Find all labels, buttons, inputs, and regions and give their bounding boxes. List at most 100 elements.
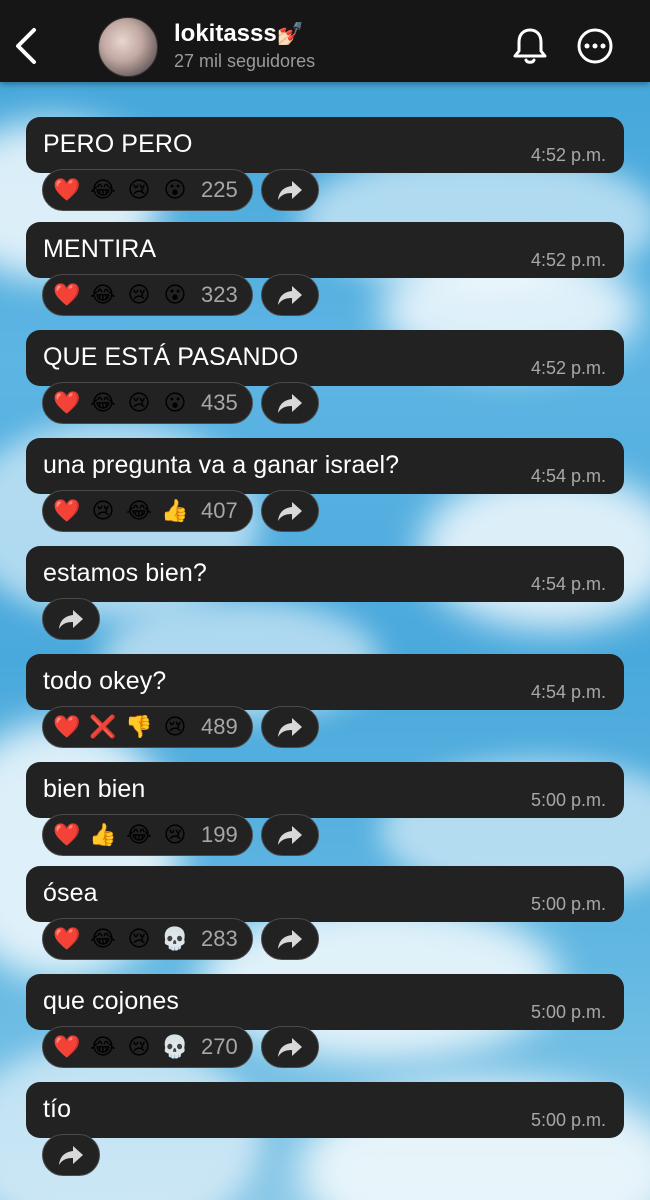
share-button[interactable]: [260, 706, 319, 748]
message-bubble[interactable]: MENTIRA 4:52 p.m.: [26, 222, 624, 278]
reaction-emoji[interactable]: 😮: [161, 284, 189, 306]
share-button[interactable]: [260, 918, 319, 960]
message-time: 4:52 p.m.: [530, 358, 606, 378]
chevron-left-icon: [16, 28, 36, 64]
bell-icon: [513, 28, 547, 64]
message-post[interactable]: MENTIRA 4:52 p.m. ❤️ 😂 😢 😮 323: [26, 222, 624, 322]
reaction-emoji[interactable]: 😮: [161, 179, 189, 201]
channel-avatar[interactable]: [98, 17, 158, 77]
reaction-emoji[interactable]: ❤️: [53, 716, 81, 738]
message-text: que cojones: [43, 987, 179, 1015]
back-button[interactable]: [8, 24, 44, 68]
message-time: 5:00 p.m.: [530, 894, 606, 914]
channel-header: lokitasss💅🏻 27 mil seguidores: [0, 0, 650, 82]
reaction-emoji[interactable]: 😂: [89, 1036, 117, 1058]
notifications-button[interactable]: [511, 26, 549, 66]
reaction-emoji[interactable]: 😢: [161, 824, 189, 846]
message-post[interactable]: ósea 5:00 p.m. ❤️ 😂 😢 💀 283: [26, 866, 624, 966]
reaction-count: 225: [201, 177, 238, 202]
reaction-emoji[interactable]: ❤️: [53, 928, 81, 950]
message-text: QUE ESTÁ PASANDO: [43, 343, 299, 371]
share-button[interactable]: [260, 814, 319, 856]
message-bubble[interactable]: que cojones 5:00 p.m.: [26, 974, 624, 1030]
reactions-bar[interactable]: ❤️ 😢 😂 👍 407: [42, 490, 253, 532]
reaction-emoji[interactable]: ❤️: [53, 392, 81, 414]
message-post[interactable]: que cojones 5:00 p.m. ❤️ 😂 😢 💀 270: [26, 974, 624, 1074]
reactions-bar[interactable]: ❤️ 😂 😢 😮 323: [42, 274, 253, 316]
reaction-count: 489: [201, 714, 238, 739]
message-bubble[interactable]: tío 5:00 p.m.: [26, 1082, 624, 1138]
message-bubble[interactable]: todo okey? 4:54 p.m.: [26, 654, 624, 710]
message-post[interactable]: todo okey? 4:54 p.m. ❤️ ❌ 👎 😢 489: [26, 654, 624, 754]
reaction-emoji[interactable]: 😂: [89, 392, 117, 414]
message-text: todo okey?: [43, 667, 167, 695]
message-bubble[interactable]: QUE ESTÁ PASANDO 4:52 p.m.: [26, 330, 624, 386]
reaction-emoji[interactable]: 😢: [125, 1036, 153, 1058]
reactions-bar[interactable]: ❤️ 👍 😂 😢 199: [42, 814, 253, 856]
reaction-emoji[interactable]: 😢: [161, 716, 189, 738]
message-post[interactable]: una pregunta va a ganar israel? 4:54 p.m.…: [26, 438, 624, 538]
reaction-emoji[interactable]: ❤️: [53, 179, 81, 201]
share-button[interactable]: [260, 490, 319, 532]
reaction-row: ❤️ 😂 😢 😮 225: [42, 169, 624, 217]
reaction-emoji[interactable]: 😂: [89, 928, 117, 950]
message-text: MENTIRA: [43, 235, 157, 263]
reaction-row: [42, 1134, 624, 1182]
reactions-bar[interactable]: ❤️ 😂 😢 💀 270: [42, 1026, 253, 1068]
share-arrow-icon: [277, 286, 302, 305]
reaction-emoji[interactable]: 😢: [125, 392, 153, 414]
reaction-count: 199: [201, 822, 238, 847]
channel-name[interactable]: lokitasss💅🏻: [174, 20, 304, 48]
message-bubble[interactable]: bien bien 5:00 p.m.: [26, 762, 624, 818]
message-post[interactable]: QUE ESTÁ PASANDO 4:52 p.m. ❤️ 😂 😢 😮 435: [26, 330, 624, 430]
reaction-emoji[interactable]: ❤️: [53, 1036, 81, 1058]
message-bubble[interactable]: una pregunta va a ganar israel? 4:54 p.m.: [26, 438, 624, 494]
reaction-emoji[interactable]: ❌: [89, 716, 117, 738]
message-text: PERO PERO: [43, 130, 193, 158]
reaction-emoji[interactable]: 💀: [161, 1036, 189, 1058]
share-button[interactable]: [260, 169, 319, 211]
reaction-row: [42, 598, 624, 646]
message-feed[interactable]: ❤️😂😢😮 269 PERO PERO4:52 p.m.❤️😂😢😮225MENT…: [0, 0, 650, 1200]
reactions-bar[interactable]: ❤️ 😂 😢 💀 283: [42, 918, 253, 960]
reaction-emoji[interactable]: 😂: [125, 824, 153, 846]
reaction-emoji[interactable]: ❤️: [53, 824, 81, 846]
reaction-emoji[interactable]: 👎: [125, 716, 153, 738]
reaction-emoji[interactable]: 😢: [89, 500, 117, 522]
message-bubble[interactable]: ósea 5:00 p.m.: [26, 866, 624, 922]
reactions-bar[interactable]: ❤️ 😂 😢 😮 225: [42, 169, 253, 211]
message-post[interactable]: bien bien 5:00 p.m. ❤️ 👍 😂 😢 199: [26, 762, 624, 862]
message-bubble[interactable]: estamos bien? 4:54 p.m.: [26, 546, 624, 602]
reactions-bar[interactable]: ❤️ 😂 😢 😮 435: [42, 382, 253, 424]
reaction-row: ❤️ 😂 😢 😮 435: [42, 382, 624, 430]
share-arrow-icon: [277, 930, 302, 949]
reaction-emoji[interactable]: 👍: [161, 500, 189, 522]
reaction-emoji[interactable]: 😢: [125, 179, 153, 201]
reaction-emoji[interactable]: 😂: [125, 500, 153, 522]
more-options-button[interactable]: [576, 27, 614, 65]
reaction-emoji[interactable]: 😢: [125, 284, 153, 306]
message-post[interactable]: tío 5:00 p.m.: [26, 1082, 624, 1182]
reaction-emoji[interactable]: ❤️: [53, 284, 81, 306]
share-button[interactable]: [260, 274, 319, 316]
share-button[interactable]: [260, 382, 319, 424]
message-text: una pregunta va a ganar israel?: [43, 451, 400, 479]
share-button[interactable]: [260, 1026, 319, 1068]
reactions-bar[interactable]: ❤️ ❌ 👎 😢 489: [42, 706, 253, 748]
share-arrow-icon: [277, 718, 302, 737]
reaction-emoji[interactable]: 😂: [89, 284, 117, 306]
share-button[interactable]: [42, 598, 100, 640]
reaction-emoji[interactable]: 👍: [89, 824, 117, 846]
share-arrow-icon: [277, 181, 302, 200]
message-bubble[interactable]: PERO PERO 4:52 p.m.: [26, 117, 624, 173]
share-arrow-icon: [277, 394, 302, 413]
message-post[interactable]: estamos bien? 4:54 p.m.: [26, 546, 624, 646]
reaction-emoji[interactable]: 😮: [161, 392, 189, 414]
reaction-emoji[interactable]: ❤️: [53, 500, 81, 522]
reaction-emoji[interactable]: 😂: [89, 179, 117, 201]
message-post[interactable]: PERO PERO 4:52 p.m. ❤️ 😂 😢 😮 225: [26, 117, 624, 217]
reaction-emoji[interactable]: 💀: [161, 928, 189, 950]
message-text: tío: [43, 1095, 72, 1123]
reaction-emoji[interactable]: 😢: [125, 928, 153, 950]
share-button[interactable]: [42, 1134, 100, 1176]
